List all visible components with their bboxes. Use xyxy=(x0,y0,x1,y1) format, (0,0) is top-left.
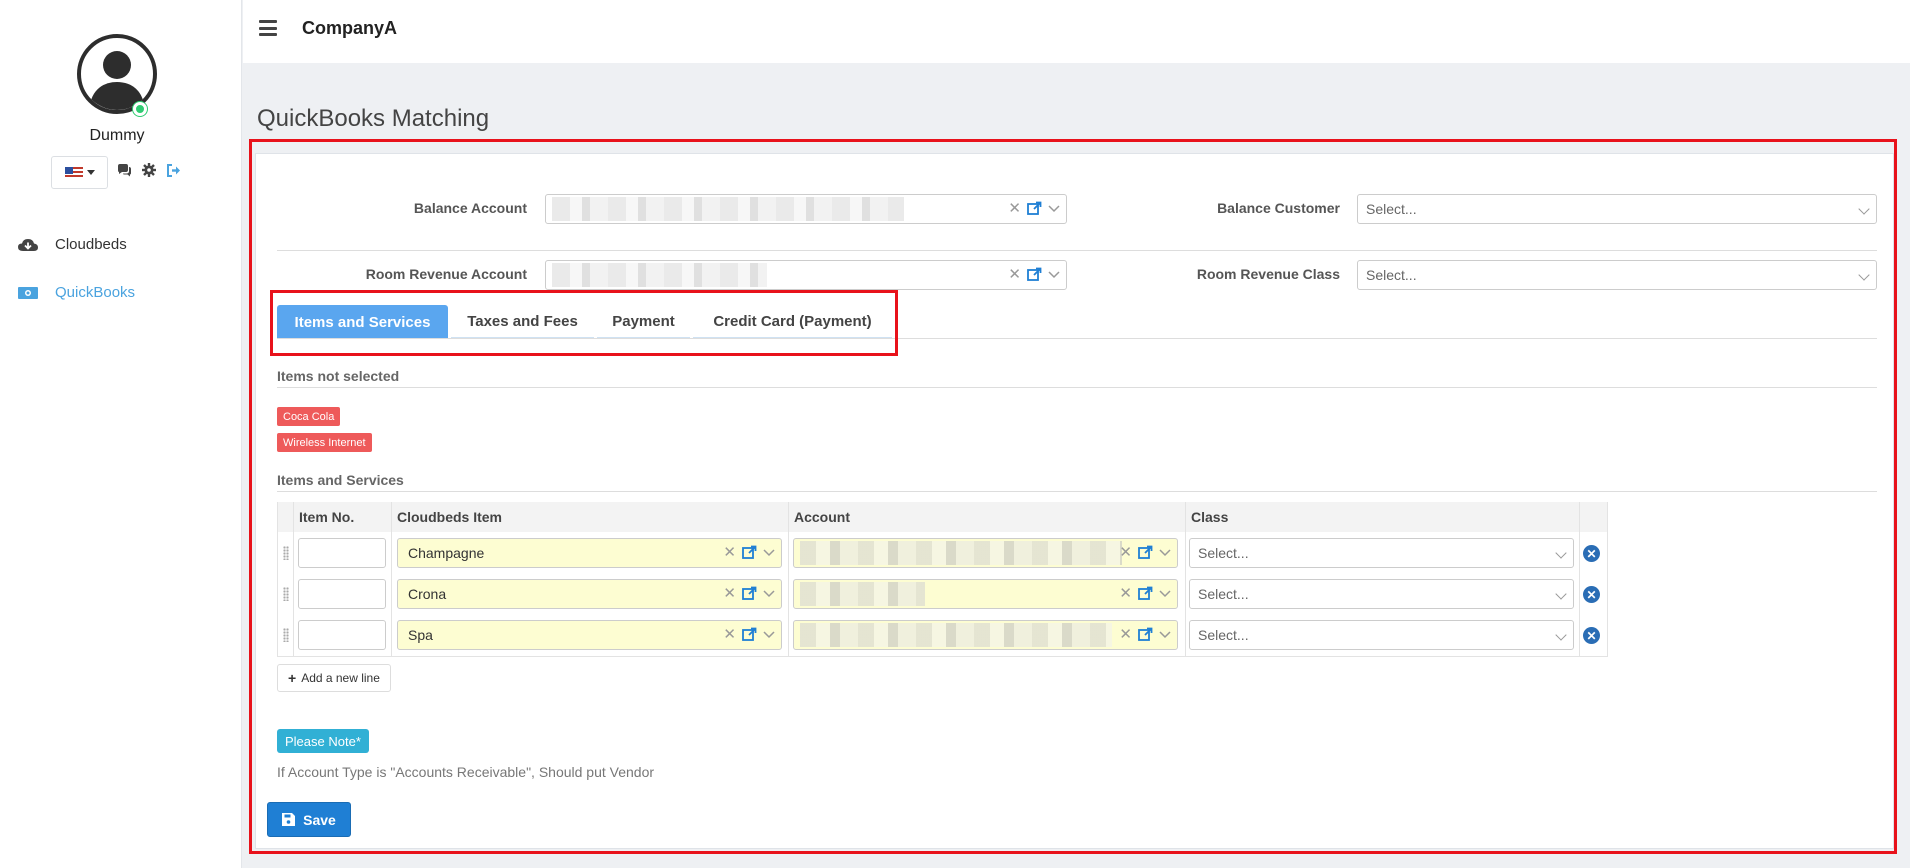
chat-icon[interactable] xyxy=(117,163,132,177)
online-status-icon xyxy=(133,102,147,116)
money-icon xyxy=(18,286,38,299)
company-name: CompanyA xyxy=(302,18,398,38)
hamburger-menu-icon[interactable] xyxy=(259,20,277,36)
gear-icon[interactable] xyxy=(142,163,156,177)
logout-icon[interactable] xyxy=(166,163,181,177)
user-name: Dummy xyxy=(89,127,145,144)
language-dropdown[interactable] xyxy=(51,156,108,189)
highlight-box-panel xyxy=(249,139,1897,854)
user-avatar[interactable] xyxy=(77,34,157,114)
cloud-download-icon xyxy=(18,238,38,251)
us-flag-icon xyxy=(64,166,83,179)
sidebar-item-cloudbeds[interactable]: Cloudbeds xyxy=(18,236,127,253)
page-title: QuickBooks Matching xyxy=(257,105,490,132)
sidebar-item-quickbooks[interactable]: QuickBooks xyxy=(18,284,135,301)
top-bar: CompanyA xyxy=(243,0,1910,63)
highlight-box-tabs xyxy=(270,290,898,356)
user-actions xyxy=(117,163,181,177)
sidebar: Dummy Cloudbeds QuickBooks xyxy=(0,0,242,868)
caret-down-icon xyxy=(86,170,95,175)
sidebar-item-label: QuickBooks xyxy=(55,284,136,301)
user-silhouette-icon xyxy=(89,51,145,110)
sidebar-item-label: Cloudbeds xyxy=(55,236,127,253)
